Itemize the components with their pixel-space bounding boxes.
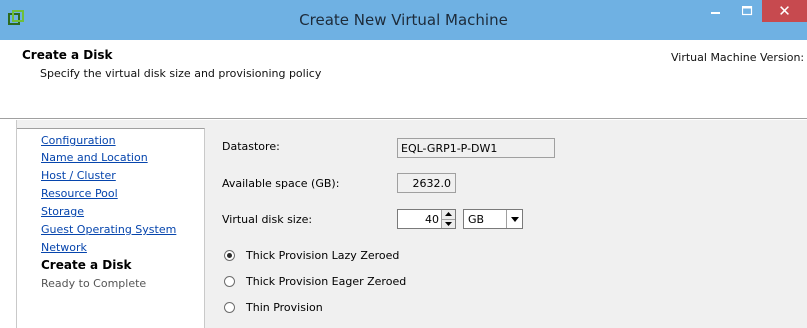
nav-step-guest-os[interactable]: Guest Operating System — [41, 223, 176, 236]
available-space-label: Available space (GB): — [222, 177, 340, 190]
title-bar: Create New Virtual Machine ✕ — [0, 0, 807, 40]
nav-step-name-location[interactable]: Name and Location — [41, 151, 148, 164]
increment-button[interactable] — [442, 210, 455, 220]
disk-unit-select[interactable]: GB — [463, 209, 523, 229]
close-button[interactable]: ✕ — [762, 0, 807, 22]
nav-step-resource-pool[interactable]: Resource Pool — [41, 187, 118, 200]
vm-version-label: Virtual Machine Version: 8 — [671, 51, 807, 64]
minimize-icon — [711, 12, 720, 14]
radio-thin[interactable]: Thin Provision — [224, 301, 323, 314]
chevron-down-icon — [510, 216, 519, 222]
decrement-button[interactable] — [442, 219, 455, 228]
radio-button[interactable] — [224, 250, 235, 261]
disk-size-label: Virtual disk size: — [222, 213, 313, 226]
radio-label: Thick Provision Lazy Zeroed — [246, 249, 400, 262]
page-subtitle: Specify the virtual disk size and provis… — [40, 67, 322, 80]
radio-label: Thin Provision — [246, 301, 323, 314]
nav-step-ready-to-complete: Ready to Complete — [41, 277, 147, 290]
left-rail — [0, 120, 17, 328]
wizard-steps-nav: Configuration Name and Location Host / C… — [17, 128, 205, 328]
radio-button[interactable] — [224, 276, 235, 287]
nav-step-create-disk: Create a Disk — [41, 258, 132, 272]
nav-step-network[interactable]: Network — [41, 241, 87, 254]
available-space-value: 2632.0 — [397, 173, 456, 193]
dropdown-arrow[interactable] — [506, 210, 522, 228]
close-icon: ✕ — [778, 2, 791, 20]
radio-thick-lazy[interactable]: Thick Provision Lazy Zeroed — [224, 249, 399, 262]
maximize-icon — [741, 6, 752, 16]
radio-label: Thick Provision Eager Zeroed — [246, 275, 407, 288]
window-title: Create New Virtual Machine — [299, 11, 508, 29]
datastore-value: EQL-GRP1-P-DW1 — [397, 138, 555, 158]
chevron-up-icon — [445, 212, 452, 217]
disk-size-stepper[interactable]: 40 — [397, 209, 456, 229]
wizard-header: Create a Disk Specify the virtual disk s… — [0, 40, 807, 119]
chevron-down-icon — [445, 221, 452, 226]
disk-size-input[interactable]: 40 — [398, 210, 441, 228]
disk-unit-value: GB — [468, 212, 485, 226]
disk-settings-panel: Datastore: EQL-GRP1-P-DW1 Available spac… — [206, 128, 807, 328]
radio-thick-eager[interactable]: Thick Provision Eager Zeroed — [224, 275, 406, 288]
nav-step-host-cluster[interactable]: Host / Cluster — [41, 169, 116, 182]
nav-step-storage[interactable]: Storage — [41, 205, 84, 218]
wizard-body: Configuration Name and Location Host / C… — [0, 120, 807, 328]
minimize-button[interactable] — [702, 0, 730, 22]
datastore-label: Datastore: — [222, 140, 280, 153]
maximize-button[interactable] — [733, 0, 761, 22]
radio-button[interactable] — [224, 302, 235, 313]
page-title: Create a Disk — [22, 48, 113, 62]
nav-step-configuration[interactable]: Configuration — [41, 134, 116, 147]
